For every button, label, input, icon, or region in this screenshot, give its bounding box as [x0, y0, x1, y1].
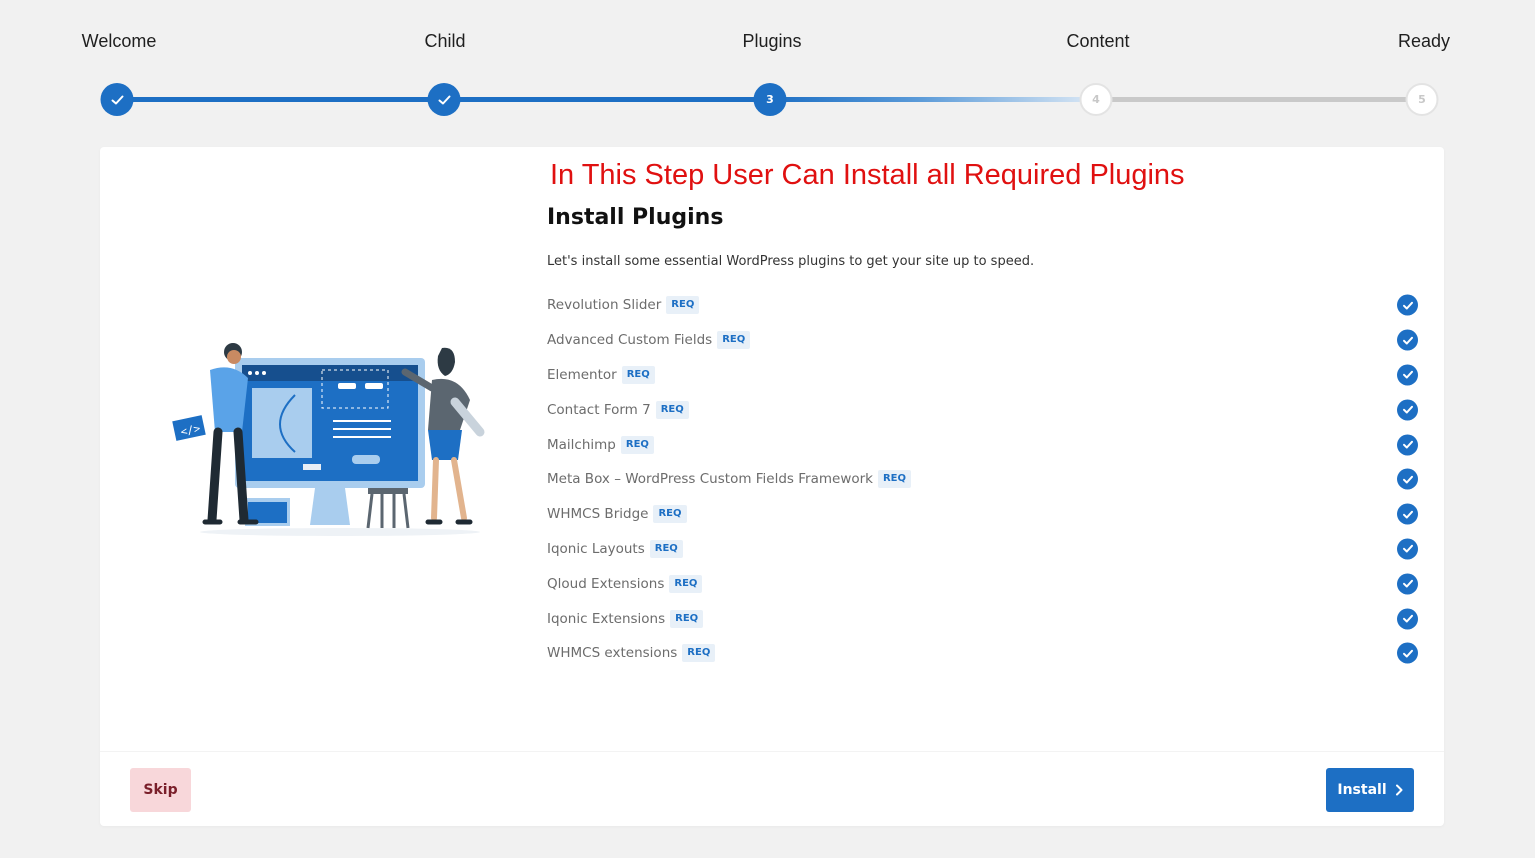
plugin-name: Advanced Custom Fields	[547, 332, 713, 349]
step-dot-content: 4	[1079, 83, 1113, 116]
list-item: Meta Box – WordPress Custom Fields Frame…	[547, 462, 1418, 497]
check-circle-icon	[1397, 608, 1418, 630]
list-item: WHMCS Bridge REQ	[547, 497, 1418, 532]
required-badge: REQ	[717, 331, 751, 350]
check-circle-icon	[1397, 538, 1418, 560]
step-dot-plugins[interactable]: 3	[753, 83, 787, 116]
page-description: Let's install some essential WordPress p…	[547, 254, 1035, 269]
check-circle-icon	[1397, 573, 1418, 595]
chevron-right-icon	[1395, 784, 1403, 796]
step-label-child: Child	[424, 31, 466, 51]
required-badge: REQ	[620, 435, 654, 454]
check-circle-icon	[1397, 294, 1418, 316]
list-item: Elementor REQ	[547, 358, 1418, 393]
list-item: Revolution Slider REQ	[547, 288, 1418, 323]
plugin-name: Iqonic Layouts	[547, 540, 645, 557]
plugin-name: WHMCS extensions	[547, 645, 678, 662]
install-button-label: Install	[1337, 782, 1387, 798]
step-label-ready: Ready	[1397, 31, 1451, 51]
required-badge: REQ	[655, 400, 689, 419]
step-dot-child[interactable]	[427, 83, 461, 116]
check-circle-icon	[1397, 434, 1418, 456]
setup-steps: Welcome Child Plugins Content Ready 3 4 …	[0, 0, 1535, 130]
list-item: Qloud Extensions REQ	[547, 566, 1418, 601]
install-button[interactable]: Install	[1326, 768, 1414, 812]
required-badge: REQ	[877, 470, 912, 489]
check-icon	[111, 95, 123, 104]
check-circle-icon	[1397, 364, 1418, 386]
list-item: Mailchimp REQ	[547, 427, 1418, 462]
step-label-content: Content	[1066, 31, 1130, 51]
step-connector-1	[117, 97, 444, 102]
check-circle-icon	[1397, 329, 1418, 351]
list-item: Advanced Custom Fields REQ	[547, 323, 1418, 358]
list-item: WHMCS extensions REQ	[547, 636, 1418, 671]
list-item: Iqonic Layouts REQ	[547, 532, 1418, 567]
plugin-name: Revolution Slider	[547, 297, 662, 314]
check-circle-icon	[1397, 503, 1418, 525]
required-badge: REQ	[649, 539, 683, 558]
developers-illustration: </>	[172, 343, 485, 536]
install-plugins-card: </> In This Step User Can Install all Re…	[100, 147, 1444, 826]
plugin-name: WHMCS Bridge	[547, 506, 649, 523]
check-circle-icon	[1397, 642, 1418, 664]
plugin-name: Iqonic Extensions	[547, 610, 666, 627]
step-dot-welcome[interactable]	[100, 83, 134, 116]
step-connector-3	[770, 97, 1096, 102]
plugin-list: Revolution Slider REQ Advanced Custom Fie…	[547, 288, 1418, 671]
required-badge: REQ	[666, 296, 700, 315]
plugin-name: Elementor	[547, 366, 617, 383]
check-icon	[438, 95, 450, 104]
required-badge: REQ	[653, 505, 687, 524]
plugin-name: Qloud Extensions	[547, 575, 665, 592]
plugin-name: Mailchimp	[547, 436, 616, 453]
skip-button[interactable]: Skip	[130, 768, 191, 812]
required-badge: REQ	[621, 365, 655, 384]
plugin-name: Meta Box – WordPress Custom Fields Frame…	[547, 471, 873, 488]
page-title: Install Plugins	[547, 205, 724, 230]
step-dot-ready: 5	[1405, 83, 1439, 116]
required-badge: REQ	[669, 574, 703, 593]
step-label-welcome: Welcome	[81, 31, 157, 51]
footer-divider	[100, 751, 1444, 752]
list-item: Contact Form 7 REQ	[547, 392, 1418, 427]
annotation-text: In This Step User Can Install all Requir…	[550, 159, 1185, 191]
step-connector-2	[444, 97, 770, 102]
list-item: Iqonic Extensions REQ	[547, 601, 1418, 636]
step-label-plugins: Plugins	[742, 31, 802, 51]
required-badge: REQ	[682, 644, 716, 663]
check-circle-icon	[1397, 468, 1418, 490]
required-badge: REQ	[670, 609, 704, 628]
step-connector-4	[1096, 97, 1422, 102]
plugin-name: Contact Form 7	[547, 401, 651, 418]
check-circle-icon	[1397, 399, 1418, 421]
